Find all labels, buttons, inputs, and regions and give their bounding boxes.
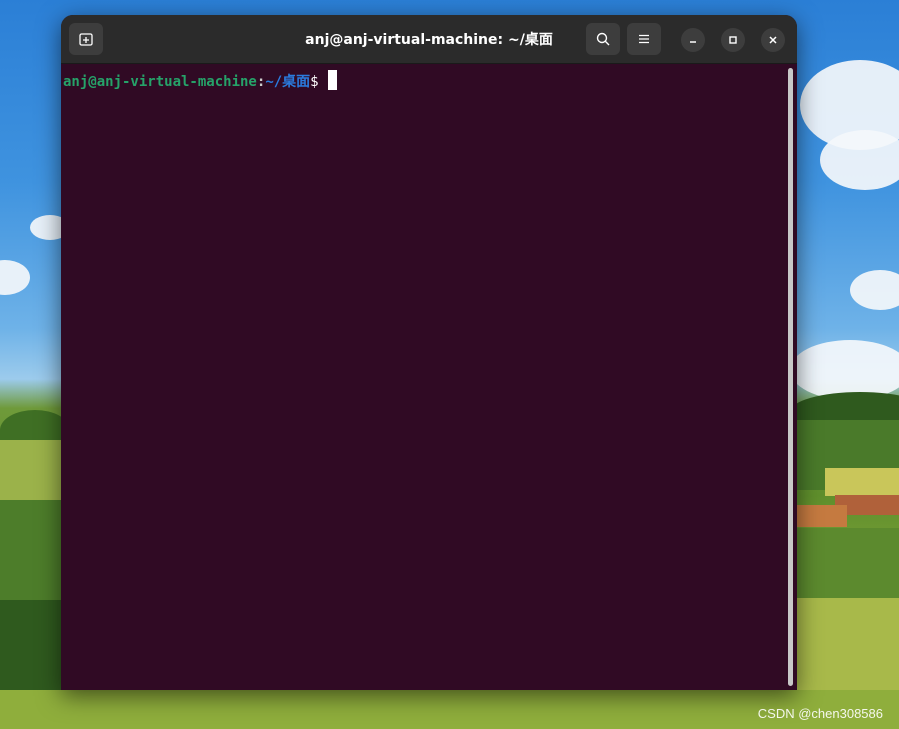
terminal-area[interactable]: anj@anj-virtual-machine:~/桌面$ — [61, 64, 797, 690]
scrollbar[interactable] — [788, 68, 793, 686]
prompt-dollar: $ — [310, 74, 319, 90]
shell-prompt: anj@anj-virtual-machine:~/桌面$ — [63, 70, 337, 91]
title-bar[interactable]: anj@anj-virtual-machine: ~/桌面 — [61, 15, 797, 64]
text-cursor — [327, 70, 337, 90]
maximize-icon — [729, 36, 737, 44]
cloud — [0, 260, 30, 295]
minimize-button[interactable] — [681, 28, 705, 52]
cloud — [850, 270, 899, 310]
cloud — [790, 340, 899, 400]
maximize-button[interactable] — [721, 28, 745, 52]
prompt-user-host: anj@anj-virtual-machine — [63, 74, 257, 90]
terminal-window[interactable]: anj@anj-virtual-machine: ~/桌面 anj@anj-vi… — [61, 15, 797, 690]
field — [797, 505, 847, 527]
field — [0, 500, 62, 600]
field — [797, 528, 899, 598]
close-icon — [769, 36, 777, 44]
field — [825, 468, 899, 496]
minimize-icon — [690, 41, 696, 43]
menu-button[interactable] — [627, 23, 661, 55]
search-icon — [596, 32, 610, 46]
hamburger-menu-icon — [639, 34, 649, 44]
watermark: CSDN @chen308586 — [757, 706, 883, 721]
close-button[interactable] — [761, 28, 785, 52]
prompt-path: ~/桌面 — [265, 74, 311, 90]
cloud — [820, 130, 899, 190]
search-button[interactable] — [586, 23, 620, 55]
